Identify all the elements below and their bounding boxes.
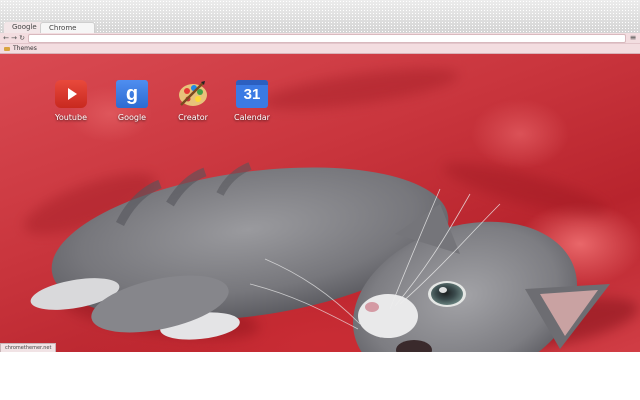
forward-arrow-icon[interactable]: →: [10, 33, 18, 43]
palette-icon: [177, 80, 209, 108]
reload-icon[interactable]: ↻: [18, 33, 26, 43]
new-tab-page: Youtube g Google Creator 31 Calendar: [0, 54, 640, 352]
kitten-nose: [365, 302, 379, 312]
tab-google[interactable]: Google: [4, 22, 44, 33]
app-label: Youtube: [55, 113, 87, 122]
calendar-icon: 31: [236, 80, 268, 108]
tab-chrome[interactable]: Chrome: [40, 22, 95, 33]
back-arrow-icon[interactable]: ←: [2, 33, 10, 43]
bookmark-themes[interactable]: Themes: [4, 44, 37, 53]
paint-dot: [195, 96, 201, 102]
app-calendar[interactable]: 31 Calendar: [222, 80, 282, 122]
address-bar[interactable]: [28, 34, 626, 43]
bookmark-label: Themes: [13, 45, 37, 52]
app-creator[interactable]: Creator: [163, 80, 223, 122]
paint-dot: [184, 88, 190, 94]
app-youtube[interactable]: Youtube: [41, 80, 101, 122]
kitten-muzzle: [358, 294, 418, 338]
folder-icon: [4, 46, 10, 51]
menu-icon[interactable]: ≡: [628, 33, 638, 43]
kitten-eye-iris: [431, 283, 463, 305]
app-google[interactable]: g Google: [102, 80, 162, 122]
paint-dot: [197, 89, 203, 95]
app-label: Calendar: [234, 113, 270, 122]
kitten-eye-glint: [439, 287, 447, 293]
app-label: Google: [117, 113, 147, 122]
youtube-icon: [55, 80, 87, 108]
browser-window: Google Chrome ← → ↻ ≡ Themes Youtube g G…: [0, 0, 640, 400]
tab-strip: [0, 0, 640, 33]
bookmarks-bar: [0, 44, 640, 54]
app-label: Creator: [178, 113, 208, 122]
google-icon: g: [116, 80, 148, 108]
window-bottom: [0, 352, 640, 400]
